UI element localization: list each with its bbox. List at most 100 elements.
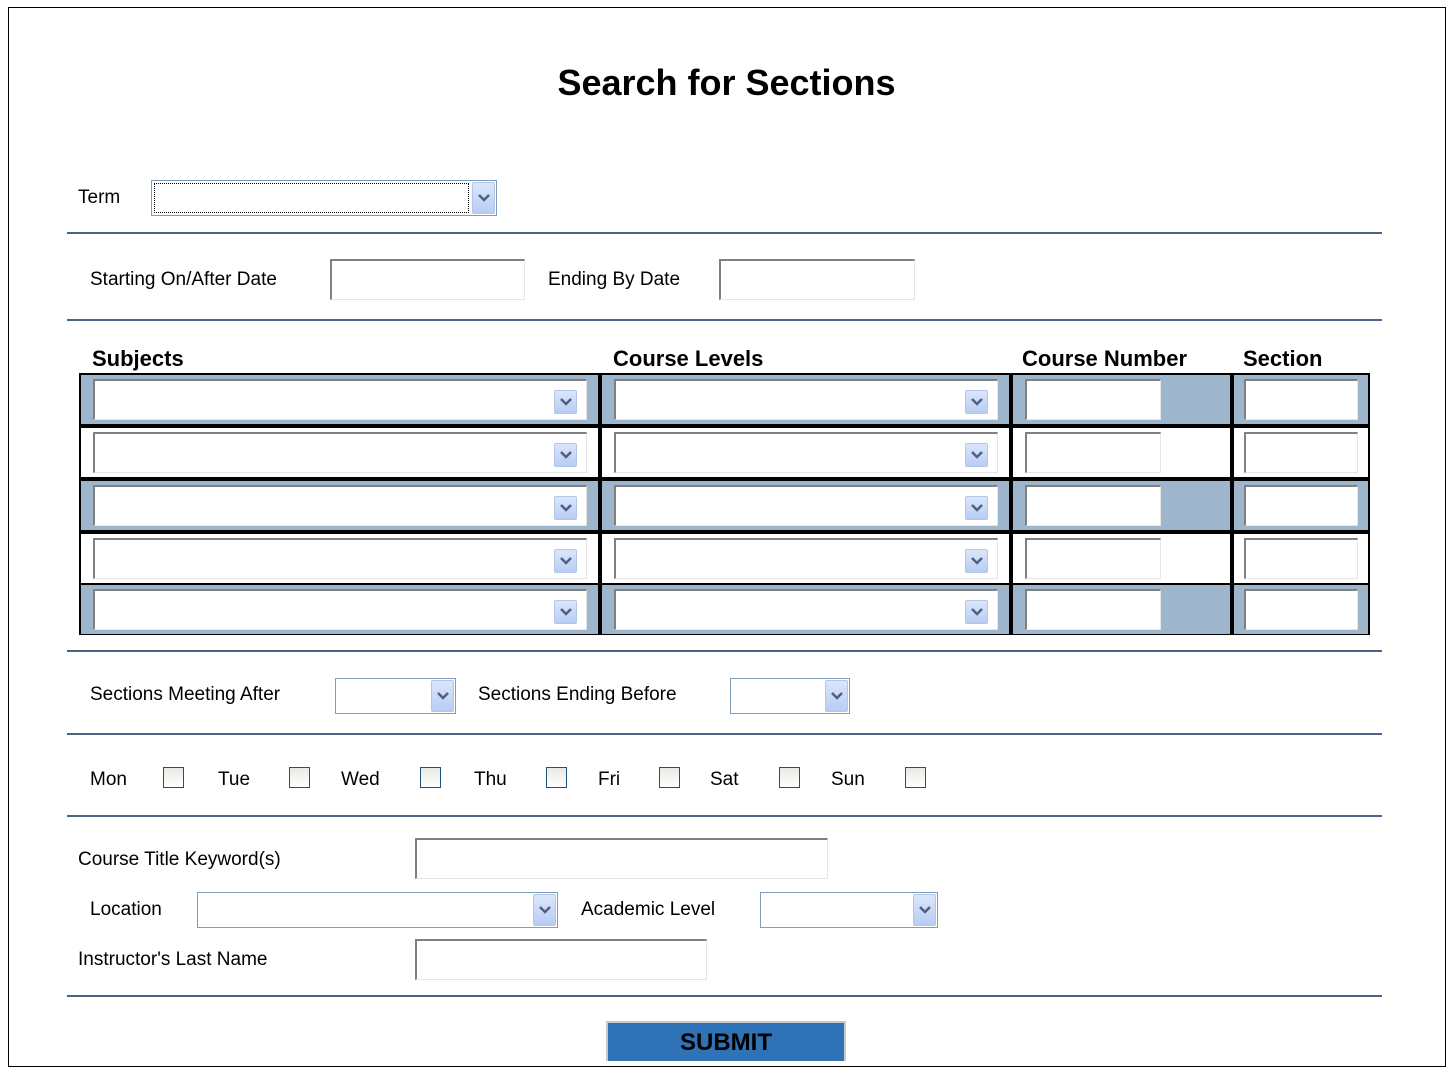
course-level-select[interactable] (614, 589, 998, 630)
chevron-down-icon[interactable] (965, 390, 988, 414)
day-checkbox-sun[interactable] (905, 767, 926, 788)
chevron-down-icon[interactable] (472, 182, 495, 214)
course-level-select[interactable] (614, 432, 998, 473)
subject-select[interactable] (93, 538, 587, 579)
page-title: Search for Sections (557, 62, 896, 103)
chevron-down-icon[interactable] (965, 443, 988, 467)
course-number-input[interactable] (1025, 485, 1161, 526)
table-row (81, 585, 1368, 634)
level-cell (602, 481, 1009, 530)
day-checkbox-tue[interactable] (289, 767, 310, 788)
section-header: Section (1243, 346, 1323, 371)
term-label: Term (78, 187, 121, 208)
subject-cell (81, 481, 598, 530)
subject-select[interactable] (93, 379, 587, 420)
subject-cell (81, 534, 598, 583)
section-cell (1234, 428, 1368, 477)
course-criteria-grid (79, 373, 1370, 635)
level-cell (602, 428, 1009, 477)
subjects-header: Subjects (92, 346, 184, 371)
chevron-down-icon[interactable] (554, 443, 577, 467)
chevron-down-icon[interactable] (825, 680, 848, 712)
day-label-wed: Wed (341, 769, 380, 790)
submit-button[interactable]: SUBMIT (606, 1021, 846, 1061)
keyword-input[interactable] (415, 838, 828, 879)
section-cell (1234, 534, 1368, 583)
chevron-down-icon[interactable] (533, 894, 556, 926)
level-cell (602, 375, 1009, 424)
course-number-input[interactable] (1025, 379, 1161, 420)
section-cell (1234, 375, 1368, 424)
meeting-after-select[interactable] (335, 678, 456, 714)
subject-cell (81, 428, 598, 477)
location-label: Location (90, 899, 162, 920)
number-cell (1013, 534, 1230, 583)
course-level-select[interactable] (614, 538, 998, 579)
section-input[interactable] (1244, 538, 1358, 579)
table-row (81, 534, 1368, 583)
ending-before-label: Sections Ending Before (478, 684, 677, 705)
divider (67, 815, 1382, 817)
number-cell (1013, 428, 1230, 477)
divider (67, 232, 1382, 234)
chevron-down-icon[interactable] (554, 549, 577, 573)
day-checkbox-mon[interactable] (163, 767, 184, 788)
subject-cell (81, 375, 598, 424)
subject-select[interactable] (93, 432, 587, 473)
day-checkbox-thu[interactable] (546, 767, 567, 788)
course-number-input[interactable] (1025, 538, 1161, 579)
chevron-down-icon[interactable] (554, 600, 577, 624)
end-date-input[interactable] (719, 259, 915, 300)
start-date-label: Starting On/After Date (90, 269, 277, 290)
course-number-input[interactable] (1025, 432, 1161, 473)
academic-level-label: Academic Level (581, 899, 716, 920)
course-level-select[interactable] (614, 379, 998, 420)
course-number-header: Course Number (1022, 346, 1188, 371)
table-row (81, 375, 1368, 424)
instructor-input[interactable] (415, 939, 707, 980)
number-cell (1013, 375, 1230, 424)
day-checkbox-wed[interactable] (420, 767, 441, 788)
day-label-fri: Fri (598, 769, 621, 790)
chevron-down-icon[interactable] (965, 549, 988, 573)
day-label-sun: Sun (831, 769, 865, 790)
term-select[interactable] (151, 180, 497, 216)
divider (67, 733, 1382, 735)
term-focus-ring (154, 183, 469, 213)
section-input[interactable] (1244, 432, 1358, 473)
academic-level-select[interactable] (760, 892, 938, 928)
subject-select[interactable] (93, 589, 587, 630)
day-label-sat: Sat (710, 769, 739, 790)
day-checkbox-fri[interactable] (659, 767, 680, 788)
chevron-down-icon[interactable] (554, 496, 577, 520)
day-label-mon: Mon (90, 769, 127, 790)
chevron-down-icon[interactable] (913, 894, 936, 926)
day-label-tue: Tue (218, 769, 251, 790)
number-cell (1013, 481, 1230, 530)
number-cell (1013, 585, 1230, 634)
keyword-label: Course Title Keyword(s) (78, 849, 281, 870)
divider (67, 319, 1382, 321)
end-date-label: Ending By Date (548, 269, 681, 290)
section-cell (1234, 481, 1368, 530)
location-select[interactable] (197, 892, 558, 928)
start-date-input[interactable] (330, 259, 525, 300)
level-cell (602, 585, 1009, 634)
day-label-thu: Thu (474, 769, 507, 790)
course-level-select[interactable] (614, 485, 998, 526)
chevron-down-icon[interactable] (965, 496, 988, 520)
ending-before-select[interactable] (730, 678, 850, 714)
section-input[interactable] (1244, 485, 1358, 526)
subject-select[interactable] (93, 485, 587, 526)
divider (67, 995, 1382, 997)
chevron-down-icon[interactable] (554, 390, 577, 414)
chevron-down-icon[interactable] (431, 680, 454, 712)
section-input[interactable] (1244, 379, 1358, 420)
divider (67, 650, 1382, 652)
day-checkbox-sat[interactable] (779, 767, 800, 788)
section-cell (1234, 585, 1368, 634)
chevron-down-icon[interactable] (965, 600, 988, 624)
course-number-input[interactable] (1025, 589, 1161, 630)
section-input[interactable] (1244, 589, 1358, 630)
table-row (81, 481, 1368, 530)
